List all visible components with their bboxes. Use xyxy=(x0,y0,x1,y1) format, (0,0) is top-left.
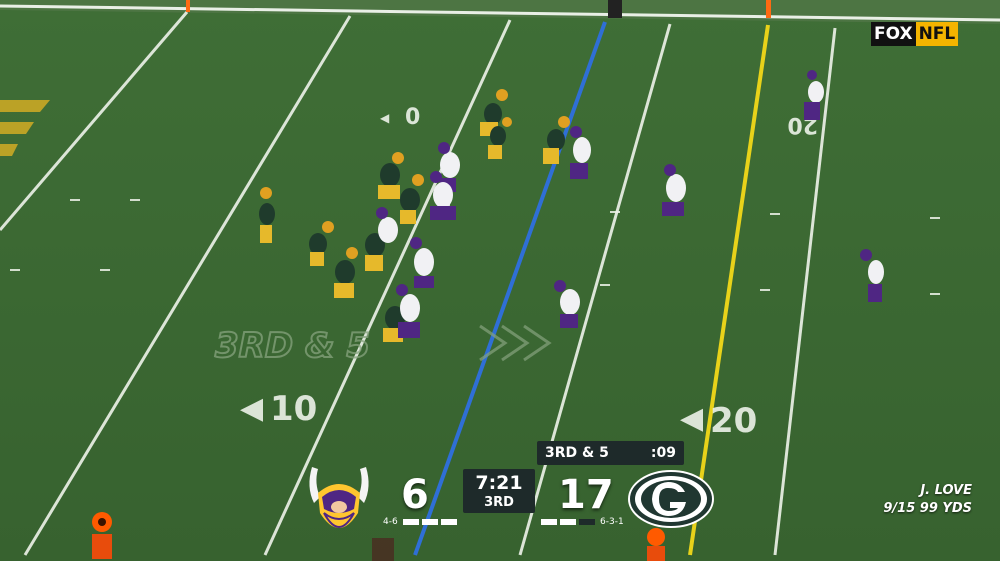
nfl-label: NFL xyxy=(915,22,959,46)
timeout-indicator xyxy=(422,519,438,525)
game-clock-box: 7:21 3RD xyxy=(463,469,535,513)
game-clock: 7:21 xyxy=(475,472,523,494)
yard-number-10: 10 xyxy=(270,389,317,429)
play-clock: :09 xyxy=(650,445,676,461)
down-distance-bar: 3RD & 5 :09 xyxy=(537,441,684,465)
down-distance-projection: 3RD & 5 xyxy=(215,326,370,366)
packers-logo xyxy=(628,470,714,528)
home-timeouts xyxy=(541,519,595,525)
player-stat: J. LOVE 9/15 99 YDS xyxy=(883,482,972,518)
vikings-logo xyxy=(309,467,369,528)
timeout-indicator xyxy=(541,519,557,525)
svg-text:◀: ◀ xyxy=(240,391,263,426)
player-stat-line: 9/15 99 YDS xyxy=(883,501,972,516)
yard-number-0-top: 0 xyxy=(405,105,420,130)
timeout-indicator xyxy=(579,519,595,525)
svg-text:◀: ◀ xyxy=(680,401,703,436)
svg-text:◀: ◀ xyxy=(380,111,390,125)
home-record: 6-3-1 xyxy=(600,517,624,527)
timeout-indicator xyxy=(560,519,576,525)
away-record: 4-6 xyxy=(383,517,398,527)
fox-label: FOX xyxy=(871,22,916,46)
network-logo: FOX NFL xyxy=(871,22,959,46)
timeout-indicator xyxy=(441,519,457,525)
away-score: 6 xyxy=(401,472,429,518)
player-name: J. LOVE xyxy=(920,483,972,498)
down-distance: 3RD & 5 xyxy=(545,445,609,461)
down-marker-left xyxy=(92,512,112,559)
timeout-indicator xyxy=(403,519,419,525)
quarter: 3RD xyxy=(484,495,514,510)
away-timeouts xyxy=(403,519,457,525)
home-score: 17 xyxy=(558,472,614,518)
yard-number-20: 20 xyxy=(710,401,757,441)
